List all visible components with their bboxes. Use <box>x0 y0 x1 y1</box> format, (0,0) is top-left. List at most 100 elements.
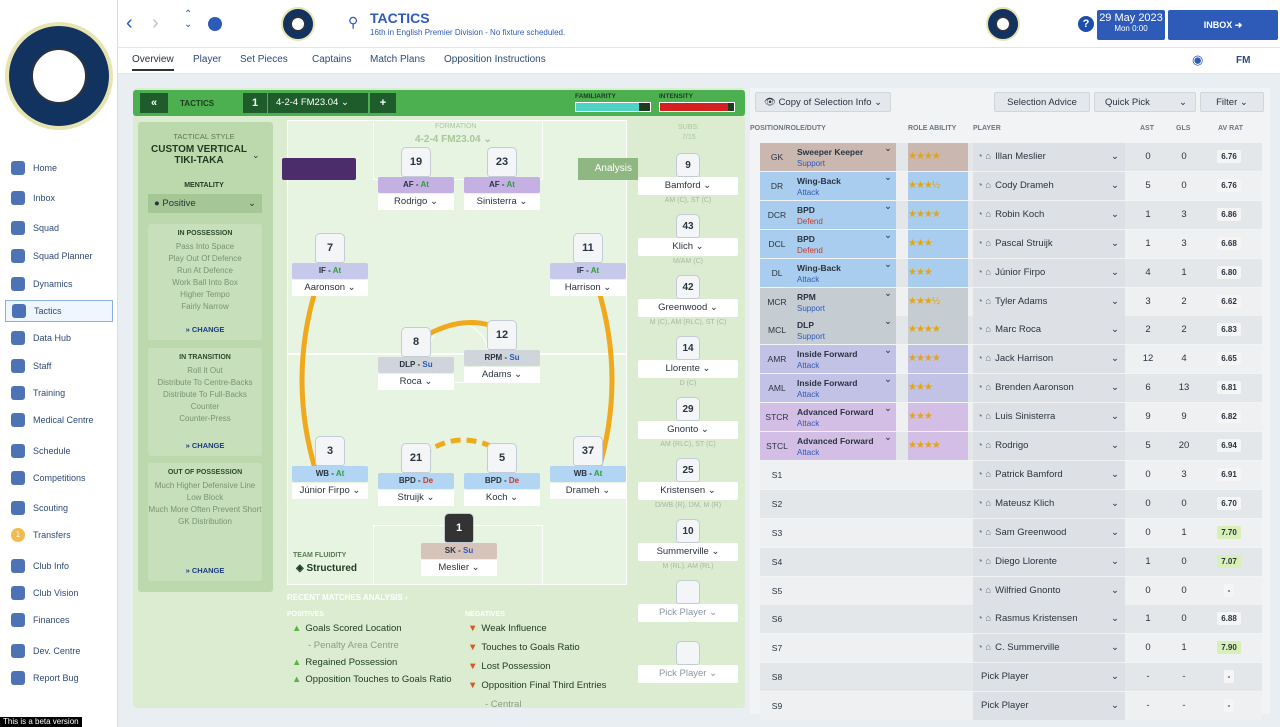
positive-item[interactable]: ▲ Regained Possession <box>292 657 397 668</box>
menu-down-icon[interactable] <box>208 17 222 31</box>
player-role[interactable]: IF - At <box>550 263 626 279</box>
player-cell[interactable]: Pick Player ⌄ <box>973 692 1125 721</box>
help-icon[interactable]: ? <box>1078 16 1094 32</box>
pitch-player[interactable]: 37 WB - At Drameh ⌄ <box>550 436 626 499</box>
player-cell[interactable]: ◔ ⌂ Rasmus Kristensen ⌄ <box>973 605 1125 634</box>
selection-row[interactable]: STCR Advanced Forward Attack ⌄ ★★★ ◔ ⌂ Luis Si… <box>760 403 1262 432</box>
club-crest[interactable] <box>5 22 113 130</box>
sidebar-item-scouting[interactable]: Scouting <box>5 497 113 519</box>
player-role[interactable]: BPD - De <box>378 473 454 489</box>
positive-item[interactable]: ▲ Opposition Touches to Goals Ratio <box>292 674 452 685</box>
player-cell[interactable]: ◔ ⌂ Patrick Bamford ⌄ <box>973 460 1125 489</box>
selection-row[interactable]: AML Inside Forward Attack ⌄ ★★★ ◔ ⌂ Brenden Aa… <box>760 374 1262 403</box>
column-header[interactable]: AST <box>1140 125 1154 132</box>
sidebar-item-squad-planner[interactable]: Squad Planner <box>5 245 113 267</box>
role-duty-cell[interactable]: RPM Support ⌄ <box>794 287 896 316</box>
player-name[interactable]: Júnior Firpo ⌄ <box>292 483 368 499</box>
sub-slot[interactable]: 10 Summerville ⌄ M (RL), AM (RL) <box>638 519 738 570</box>
pitch-player[interactable]: 8 DLP - Su Roca ⌄ <box>378 327 454 390</box>
sidebar-item-dynamics[interactable]: Dynamics <box>5 273 113 295</box>
tactic-slot[interactable]: 1 <box>243 93 267 113</box>
role-duty-cell[interactable]: Advanced Forward Attack ⌄ <box>794 432 896 460</box>
copy-selection-info-button[interactable]: 👁 Copy of Selection Info ⌄ <box>755 92 891 112</box>
player-cell[interactable]: ◔ ⌂ Luis Sinisterra ⌄ <box>973 403 1125 432</box>
selection-row[interactable]: GK Sweeper Keeper Support ⌄ ★★★★ ◔ ⌂ Illan Mes… <box>760 143 1262 171</box>
tab-player[interactable]: Player <box>193 54 221 65</box>
player-cell[interactable]: ◔ ⌂ Júnior Firpo ⌄ <box>973 258 1125 287</box>
selection-row[interactable]: S4 ◔ ⌂ Diego Llorente ⌄ 1 0 7.07 <box>760 547 1262 576</box>
sub-name[interactable]: Kristensen ⌄ <box>638 482 738 500</box>
role-duty-cell[interactable]: Advanced Forward Attack ⌄ <box>794 403 896 432</box>
sub-slot[interactable]: Pick Player ⌄ <box>638 580 738 622</box>
player-cell[interactable]: ◔ ⌂ Illan Meslier ⌄ <box>973 143 1125 171</box>
sub-name[interactable]: Bamford ⌄ <box>638 177 738 195</box>
sidebar-item-staff[interactable]: Staff <box>5 355 113 377</box>
player-name[interactable]: Roca ⌄ <box>378 374 454 390</box>
negative-item[interactable]: ▼ Weak Influence <box>468 623 547 634</box>
analysis-title[interactable]: RECENT MATCHES ANALYSIS › <box>287 593 408 602</box>
selection-row[interactable]: MCR RPM Support ⌄ ★★★½ ◔ ⌂ Tyler Adams ⌄ 3 2 6.62 <box>760 287 1262 316</box>
role-duty-cell[interactable]: BPD Defend ⌄ <box>794 200 896 229</box>
familiarity-bar[interactable] <box>575 102 651 112</box>
column-header[interactable]: PLAYER <box>973 125 1001 132</box>
sub-slot[interactable]: 42 Greenwood ⌄ M (C), AM (RLC), ST (C) <box>638 275 738 326</box>
column-header[interactable]: GLS <box>1176 125 1190 132</box>
role-duty-cell[interactable]: Wing-Back Attack ⌄ <box>794 171 896 200</box>
filter-button[interactable]: Filter ⌄ <box>1200 92 1264 112</box>
club-badge-small[interactable] <box>281 7 315 41</box>
pitch-player[interactable]: 7 IF - At Aaronson ⌄ <box>292 233 368 296</box>
sub-name[interactable]: Pick Player ⌄ <box>638 604 738 622</box>
column-header[interactable]: ROLE ABILITY <box>908 125 956 132</box>
pitch-player[interactable]: 19 AF - At Rodrigo ⌄ <box>378 147 454 210</box>
forward-arrow-icon[interactable]: › <box>152 12 159 35</box>
player-role[interactable]: DLP - Su <box>378 357 454 373</box>
tactical-style-name[interactable]: CUSTOM VERTICAL TIKI-TAKA <box>145 144 253 166</box>
negative-item[interactable]: ▼ Touches to Goals Ratio <box>468 642 580 653</box>
sidebar-item-data-hub[interactable]: Data Hub <box>5 327 113 349</box>
selection-row[interactable]: MCL DLP Support ⌄ ★★★★ ◔ ⌂ Marc Roca ⌄ 2 2 6.83 <box>760 316 1262 345</box>
sidebar-item-medical-centre[interactable]: Medical Centre <box>5 409 113 431</box>
sub-slot[interactable]: Pick Player ⌄ <box>638 641 738 683</box>
selection-row[interactable]: DCR BPD Defend ⌄ ★★★★ ◔ ⌂ Robin Koch ⌄ 1 3 6.86 <box>760 200 1262 229</box>
pitch-view-toggles[interactable] <box>282 158 356 180</box>
sub-slot[interactable]: 25 Kristensen ⌄ D/WB (R), DM, M (R) <box>638 458 738 509</box>
player-cell[interactable]: Pick Player ⌄ <box>973 663 1125 692</box>
change-button[interactable]: » CHANGE <box>148 566 262 575</box>
player-name[interactable]: Harrison ⌄ <box>550 280 626 296</box>
player-name[interactable]: Sinisterra ⌄ <box>464 194 540 210</box>
pitch-player[interactable]: 21 BPD - De Struijk ⌄ <box>378 443 454 506</box>
sub-slot[interactable]: 14 Llorente ⌄ D (C) <box>638 336 738 387</box>
player-role[interactable]: WB - At <box>292 466 368 482</box>
pitch-player[interactable]: 1 SK - Su Meslier ⌄ <box>421 513 497 576</box>
role-duty-cell[interactable]: Inside Forward Attack ⌄ <box>794 374 896 403</box>
selection-row[interactable]: DR Wing-Back Attack ⌄ ★★★½ ◔ ⌂ Cody Drameh ⌄ 5 0 6… <box>760 171 1262 200</box>
sidebar-item-report-bug[interactable]: Report Bug <box>5 667 113 689</box>
player-role[interactable]: BPD - De <box>464 473 540 489</box>
player-role[interactable]: WB - At <box>550 466 626 482</box>
sub-name[interactable]: Greenwood ⌄ <box>638 299 738 317</box>
player-role[interactable]: RPM - Su <box>464 350 540 366</box>
column-header[interactable]: AV RAT <box>1218 125 1243 132</box>
player-cell[interactable]: ◔ ⌂ C. Summerville ⌄ <box>973 634 1125 663</box>
analysis-button[interactable]: Analysis <box>578 158 638 180</box>
globe-icon[interactable]: ◉ <box>1192 52 1203 68</box>
sidebar-item-training[interactable]: Training <box>5 382 113 404</box>
sidebar-item-club-vision[interactable]: Club Vision <box>5 582 113 604</box>
club-badge-center[interactable] <box>986 7 1020 41</box>
quick-pick-button[interactable]: Quick Pick ⌄ <box>1094 92 1196 112</box>
pitch-player[interactable]: 23 AF - At Sinisterra ⌄ <box>464 147 540 210</box>
selection-row[interactable]: S7 ◔ ⌂ C. Summerville ⌄ 0 1 7.90 <box>760 634 1262 663</box>
player-cell[interactable]: ◔ ⌂ Rodrigo ⌄ <box>973 432 1125 460</box>
player-name[interactable]: Aaronson ⌄ <box>292 280 368 296</box>
player-cell[interactable]: ◔ ⌂ Jack Harrison ⌄ <box>973 345 1125 374</box>
sidebar-item-competitions[interactable]: Competitions <box>5 467 113 489</box>
tab-overview[interactable]: Overview <box>132 54 174 71</box>
positive-item[interactable]: ▲ Goals Scored Location <box>292 623 402 634</box>
sub-name[interactable]: Gnonto ⌄ <box>638 421 738 439</box>
sidebar-item-dev-centre[interactable]: Dev. Centre <box>5 640 113 662</box>
player-cell[interactable]: ◔ ⌂ Diego Llorente ⌄ <box>973 547 1125 576</box>
player-role[interactable]: AF - At <box>464 177 540 193</box>
style-chevron-icon[interactable]: ⌄ <box>252 150 260 161</box>
player-name[interactable]: Rodrigo ⌄ <box>378 194 454 210</box>
change-button[interactable]: » CHANGE <box>148 325 262 334</box>
